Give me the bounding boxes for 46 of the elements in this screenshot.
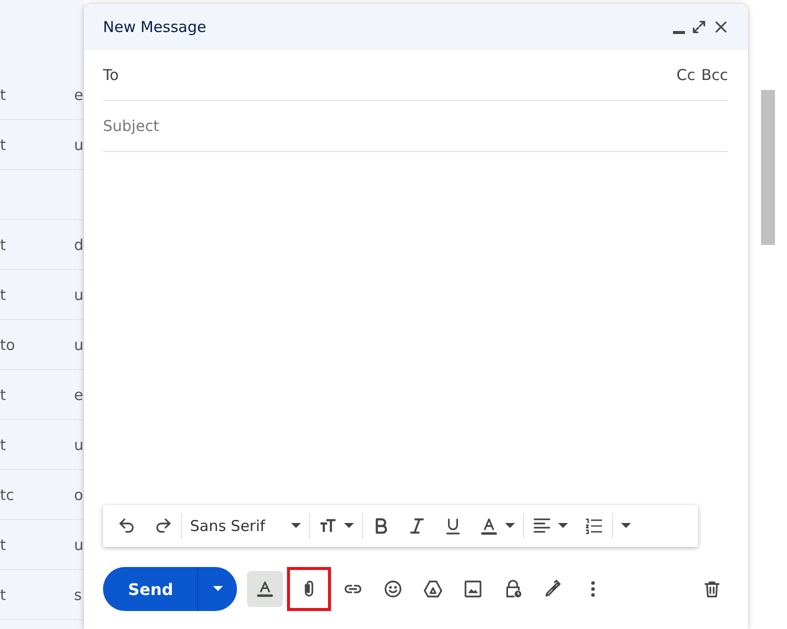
sender-text: t [0, 586, 7, 604]
subject-text: u [74, 436, 84, 454]
caret-icon [558, 523, 568, 529]
emoji-icon [383, 579, 404, 599]
trash-icon [702, 579, 722, 599]
caret-icon [212, 586, 223, 592]
text-format-icon [255, 579, 276, 599]
caret-icon [505, 523, 516, 529]
subject-text: ul [74, 286, 84, 304]
cc-link[interactable]: Cc [676, 66, 696, 84]
sender-text: t [0, 386, 7, 404]
image-icon [463, 579, 484, 599]
minimize-icon [673, 30, 685, 34]
subject-text: e [74, 86, 84, 104]
sender-text: to [0, 336, 16, 354]
pen-icon [543, 579, 564, 599]
subject-text: ul [74, 336, 84, 354]
attach-button[interactable] [287, 567, 332, 611]
caret-icon [621, 523, 632, 529]
sender-text: t [0, 286, 7, 304]
window-title: New Message [103, 18, 208, 36]
to-label: To [103, 66, 120, 84]
subject-text: d [74, 236, 84, 254]
expand-icon [691, 19, 707, 35]
sender-text: t [0, 86, 7, 104]
subject-text: s [74, 586, 83, 604]
subject-text: u [74, 136, 84, 154]
subject-text: o [74, 486, 84, 504]
formatting-button[interactable] [247, 571, 284, 607]
close-icon [713, 19, 729, 35]
numbered-list-icon [584, 516, 604, 536]
more-vertical-icon [591, 581, 596, 597]
caret-icon [291, 523, 302, 529]
sender-text: tc [0, 486, 16, 504]
text-color-icon [479, 516, 500, 536]
sender-text: t [0, 436, 7, 454]
sender-text: t [0, 136, 7, 154]
sender-text: t [0, 536, 7, 554]
subject-text: e [74, 386, 84, 404]
triangle-icon [423, 579, 444, 599]
scrollbar-thumb[interactable] [760, 90, 774, 245]
sender-text: t [0, 236, 7, 254]
font-dropdown[interactable]: Sans Serif [182, 510, 310, 542]
bcc-link[interactable]: Bcc [701, 66, 728, 84]
caret-icon [344, 523, 354, 529]
subject-text: u [74, 536, 84, 554]
